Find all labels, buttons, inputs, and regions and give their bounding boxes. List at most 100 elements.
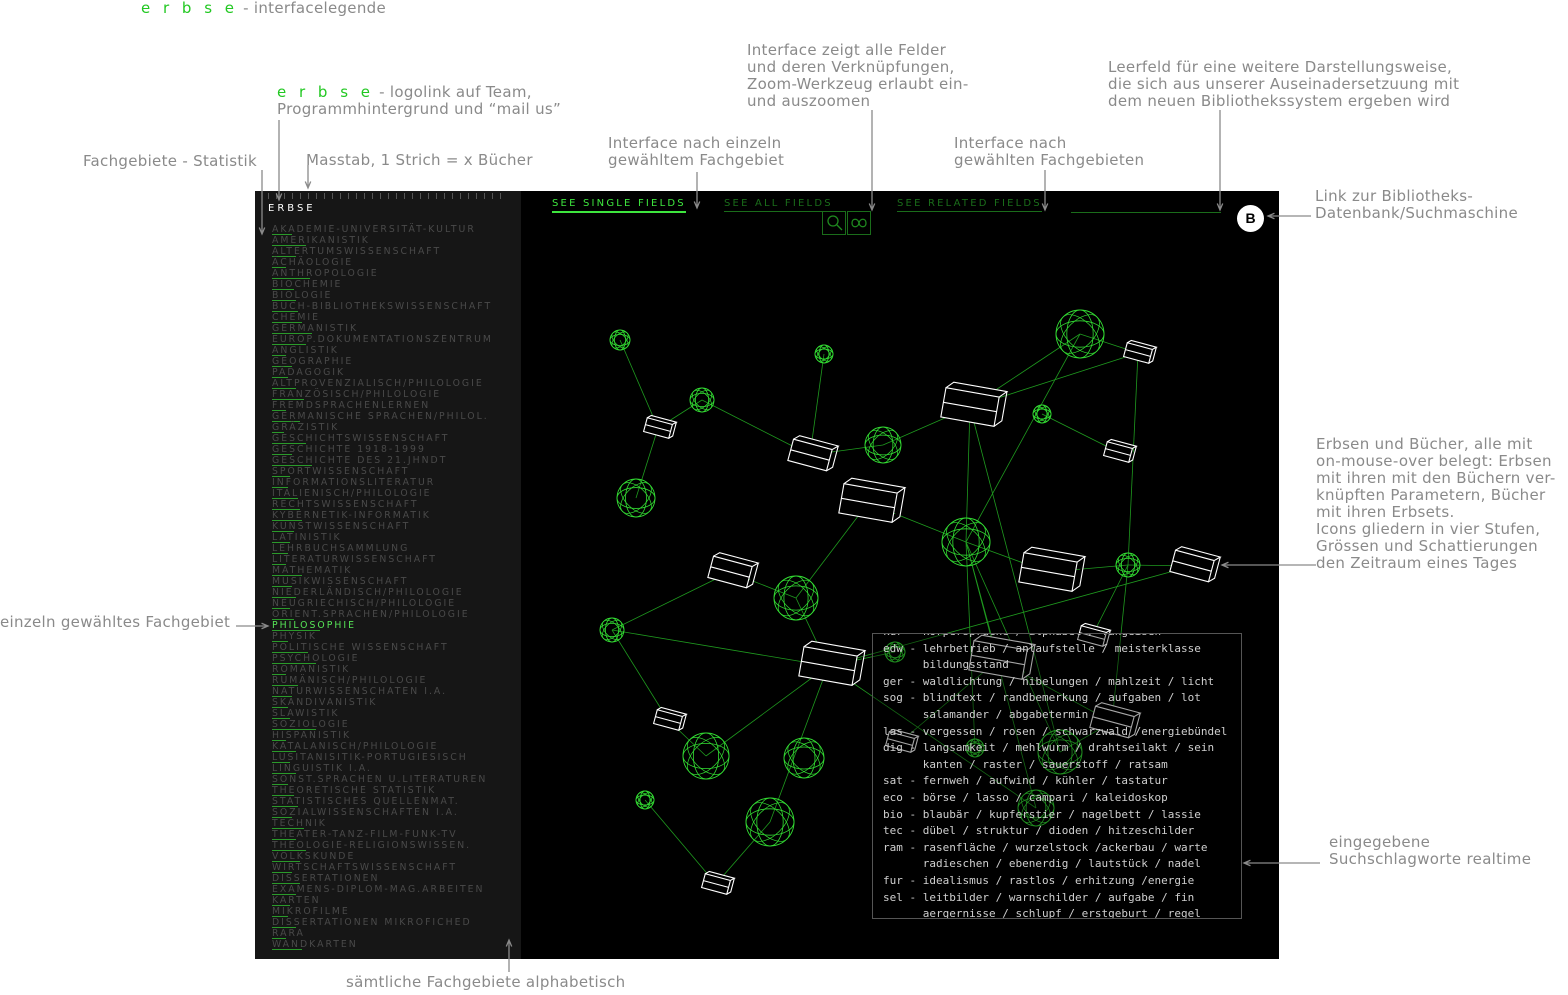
field-item[interactable]: INFORMATIONSLITERATUR: [272, 477, 493, 488]
search-term-line: fur - idealismus / rastlos / erhitzung /…: [883, 873, 1195, 887]
field-item[interactable]: SPORTWISSENSCHAFT: [272, 466, 493, 477]
field-item[interactable]: MUSIKWISSENSCHAFT: [272, 576, 493, 587]
field-item[interactable]: THEORETISCHE STATISTIK: [272, 785, 493, 796]
field-item[interactable]: PSYCHOLOGIE: [272, 653, 493, 664]
search-term-line: eco - börse / lasso / campari / kaleidos…: [883, 790, 1168, 804]
field-item[interactable]: HISPANISTIK: [272, 730, 493, 741]
field-item[interactable]: SLAWISTIK: [272, 708, 493, 719]
field-item[interactable]: MIKROFILME: [272, 906, 493, 917]
annotation-related: Interface nach gewählten Fachgebieten: [954, 134, 1145, 169]
field-label: KATALANISCH/PHILOLOGIE: [272, 741, 439, 752]
book-icon[interactable]: [1102, 438, 1138, 464]
field-item[interactable]: PHYSIK: [272, 631, 493, 642]
zoom-in-button[interactable]: [822, 211, 846, 235]
field-item[interactable]: ANTHROPOLOGIE: [272, 268, 493, 279]
field-item[interactable]: GERMANISTIK: [272, 323, 493, 334]
field-item[interactable]: ANGLISTIK: [272, 345, 493, 356]
field-item[interactable]: MATHEMATIK: [272, 565, 493, 576]
field-item[interactable]: ALTERTUMSWISSENSCHAFT: [272, 246, 493, 257]
search-term-line: sel - leitbilder / warnschilder / aufgab…: [883, 890, 1195, 904]
field-item[interactable]: GERMANISCHE SPRACHEN/PHILOL.: [272, 411, 493, 422]
field-label: LUSITANISITIK-PORTUGIESISCH: [272, 752, 468, 763]
book-icon[interactable]: [787, 434, 840, 472]
erbse-icon[interactable]: [615, 477, 657, 519]
book-icon[interactable]: [1018, 546, 1087, 592]
field-item[interactable]: ROMANISTIK: [272, 664, 493, 675]
field-label: DISSERTATIONEN MIKROFICHED: [272, 917, 472, 928]
field-item[interactable]: KARTEN: [272, 895, 493, 906]
field-label: NEUGRIECHISCH/PHILOLOGIE: [272, 598, 457, 609]
book-icon[interactable]: [707, 551, 760, 589]
field-item[interactable]: SONST.SPRACHEN U.LITERATUREN: [272, 774, 493, 785]
field-item[interactable]: TECHNIK: [272, 818, 493, 829]
field-item[interactable]: FRANZÖSISCH/PHILOLOGIE: [272, 389, 493, 400]
field-item[interactable]: LITERATURWISSENSCHAFT: [272, 554, 493, 565]
library-link-button[interactable]: B: [1237, 205, 1264, 232]
field-item[interactable]: DISSERTATIONEN MIKROFICHED: [272, 917, 493, 928]
book-icon[interactable]: [798, 640, 867, 686]
field-item[interactable]: NEUGRIECHISCH/PHILOLOGIE: [272, 598, 493, 609]
book-icon[interactable]: [1122, 339, 1158, 365]
field-item[interactable]: ÄCHÄOLOGIE: [272, 257, 493, 268]
field-item[interactable]: WANDKARTEN: [272, 939, 493, 950]
field-label: SONST.SPRACHEN U.LITERATUREN: [272, 774, 488, 785]
field-item[interactable]: RUMÄNISCH/PHILOLOGIE: [272, 675, 493, 686]
tab-all-fields[interactable]: SEE ALL FIELDS: [724, 198, 833, 212]
field-item[interactable]: GESCHICHTE 1918-1999: [272, 444, 493, 455]
field-item[interactable]: PHILOSOPHIE: [272, 620, 493, 631]
zoom-out-button[interactable]: [847, 211, 871, 235]
field-item[interactable]: NATURWISSENSCHATEN I.A.: [272, 686, 493, 697]
field-item[interactable]: GESCHICHTSWISSENSCHAFT: [272, 433, 493, 444]
field-item[interactable]: FREMDSPRACHENLERNEN: [272, 400, 493, 411]
field-item[interactable]: DISSERTATIONEN: [272, 873, 493, 884]
logo-link[interactable]: ERBSE: [268, 203, 316, 214]
book-icon[interactable]: [838, 477, 907, 523]
field-item[interactable]: KUNSTWISSENSCHAFT: [272, 521, 493, 532]
legend-title-text: - interfacelegende: [238, 0, 386, 17]
tab-related-fields[interactable]: SEE RELATED FIELDS: [897, 198, 1042, 212]
field-item[interactable]: LEHRBUCHSAMMLUNG: [272, 543, 493, 554]
book-icon[interactable]: [642, 414, 678, 440]
tab-single-fields[interactable]: SEE SINGLE FIELDS: [552, 198, 686, 213]
field-item[interactable]: GEOGRAPHIE: [272, 356, 493, 367]
book-icon[interactable]: [700, 870, 736, 896]
annotation-suchschlag: eingegebene Suchschlagworte realtime: [1329, 833, 1532, 868]
field-item[interactable]: BIOLOGIE: [272, 290, 493, 301]
field-item[interactable]: KYBERNETIK-INFORMATIK: [272, 510, 493, 521]
field-item[interactable]: BUCH-BIBLIOTHEKSWISSENSCHAFT: [272, 301, 493, 312]
field-item[interactable]: RECHTSWISSENSCHAFT: [272, 499, 493, 510]
field-item[interactable]: GESCHICHTE DES 21.JHNDT: [272, 455, 493, 466]
book-icon[interactable]: [652, 706, 688, 732]
field-item[interactable]: LINGUISTIK I.A.: [272, 763, 493, 774]
field-item[interactable]: SOZIOLOGIE: [272, 719, 493, 730]
field-item[interactable]: GRÄZISTIK: [272, 422, 493, 433]
field-item[interactable]: LATINISTIK: [272, 532, 493, 543]
field-item[interactable]: SKANDIVANISTIK: [272, 697, 493, 708]
field-item[interactable]: THEATER-TANZ-FILM-FUNK-TV: [272, 829, 493, 840]
field-item[interactable]: ORIENT.SPRACHEN/PHILOLOGIE: [272, 609, 493, 620]
field-item[interactable]: BIOCHEMIE: [272, 279, 493, 290]
field-item[interactable]: LUSITANISITIK-PORTUGIESISCH: [272, 752, 493, 763]
field-item[interactable]: THEOLOGIE-RELIGIONSWISSEN.: [272, 840, 493, 851]
field-item[interactable]: WIRTSCHAFTSWISSENSCHAFT: [272, 862, 493, 873]
annotation-alphabetisch: sämtliche Fachgebiete alphabetisch: [346, 973, 626, 991]
field-item[interactable]: KATALANISCH/PHILOLOGIE: [272, 741, 493, 752]
field-item[interactable]: CHEMIE: [272, 312, 493, 323]
field-item[interactable]: STATISTISCHES QUELLENMAT.: [272, 796, 493, 807]
field-item[interactable]: NIEDERLÄNDISCH/PHILOLOGIE: [272, 587, 493, 598]
field-item[interactable]: VOLKSKUNDE: [272, 851, 493, 862]
field-item[interactable]: RARA: [272, 928, 493, 939]
field-item[interactable]: EXAMENS-DIPLOM-MAG.ARBEITEN: [272, 884, 493, 895]
field-item[interactable]: POLITISCHE WISSENSCHAFT: [272, 642, 493, 653]
field-item[interactable]: AMERIKANISTIK: [272, 235, 493, 246]
field-item[interactable]: PÄDAGOGIK: [272, 367, 493, 378]
book-icon[interactable]: [1169, 545, 1222, 583]
book-icon[interactable]: [940, 381, 1009, 427]
erbse-icon[interactable]: [782, 736, 826, 780]
field-item[interactable]: ITALIENISCH/PHILOLOGIE: [272, 488, 493, 499]
field-item[interactable]: ALTPROVENZIALISCH/PHILOLOGIE: [272, 378, 493, 389]
graph-link: [715, 821, 771, 885]
field-item[interactable]: EUROP.DOKUMENTATIONSZENTRUM: [272, 334, 493, 345]
field-item[interactable]: AKADEMIE-UNIVERSITÄT-KULTUR: [272, 224, 493, 235]
field-item[interactable]: SOZIALWISSENSCHAFTEN I.A.: [272, 807, 493, 818]
